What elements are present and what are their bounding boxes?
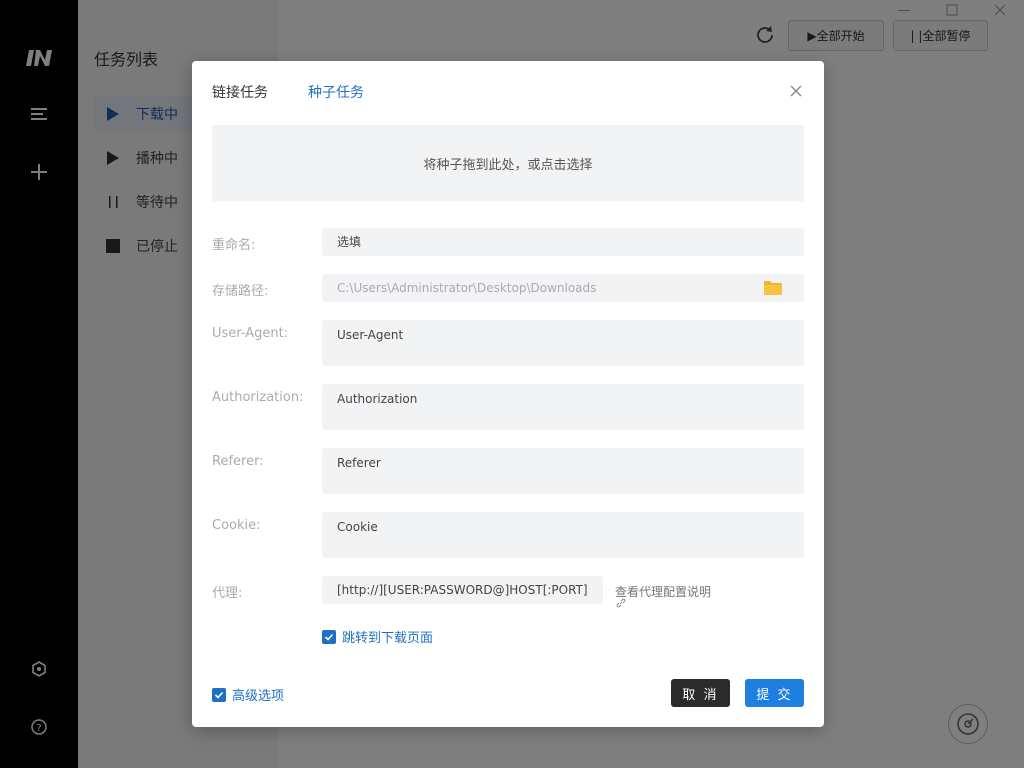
- close-icon[interactable]: [788, 83, 804, 99]
- rename-input[interactable]: 选填: [322, 228, 804, 256]
- jump-to-download-label: 跳转到下载页面: [342, 631, 434, 646]
- cookie-label: Cookie:: [212, 518, 261, 533]
- save-path-label: 存储路径:: [212, 284, 269, 299]
- user-agent-input[interactable]: User-Agent: [322, 320, 804, 366]
- referer-label: Referer:: [212, 454, 264, 469]
- submit-button[interactable]: 提 交: [745, 679, 804, 707]
- save-path-value: C:\Users\Administrator\Desktop\Downloads: [337, 281, 597, 295]
- save-path-input[interactable]: C:\Users\Administrator\Desktop\Downloads: [322, 274, 804, 302]
- folder-icon[interactable]: [764, 280, 782, 295]
- jump-to-download-checkbox[interactable]: 跳转到下载页面: [322, 627, 433, 646]
- advanced-options-label: 高级选项: [232, 689, 285, 704]
- checkbox-checked-icon: [212, 687, 226, 702]
- advanced-options-checkbox[interactable]: 高级选项: [212, 685, 284, 704]
- cookie-input[interactable]: Cookie: [322, 512, 804, 558]
- user-agent-label: User-Agent:: [212, 326, 289, 341]
- authorization-label: Authorization:: [212, 390, 304, 405]
- add-task-dialog: 链接任务 种子任务 将种子拖到此处，或点击选择 重命名: 选填 存储路径: C:…: [192, 61, 824, 727]
- authorization-input[interactable]: Authorization: [322, 384, 804, 430]
- checkbox-checked-icon: [322, 629, 336, 644]
- tab-torrent-task[interactable]: 种子任务: [308, 82, 364, 102]
- cancel-button[interactable]: 取 消: [671, 679, 730, 707]
- tab-link-task[interactable]: 链接任务: [212, 82, 268, 102]
- proxy-input[interactable]: [http://][USER:PASSWORD@]HOST[:PORT]: [322, 576, 603, 604]
- proxy-label: 代理:: [212, 586, 243, 601]
- link-icon[interactable]: [616, 598, 626, 608]
- proxy-help-link[interactable]: 查看代理配置说明: [615, 583, 711, 600]
- referer-input[interactable]: Referer: [322, 448, 804, 494]
- torrent-dropzone[interactable]: 将种子拖到此处，或点击选择: [212, 125, 804, 201]
- rename-label: 重命名:: [212, 238, 256, 253]
